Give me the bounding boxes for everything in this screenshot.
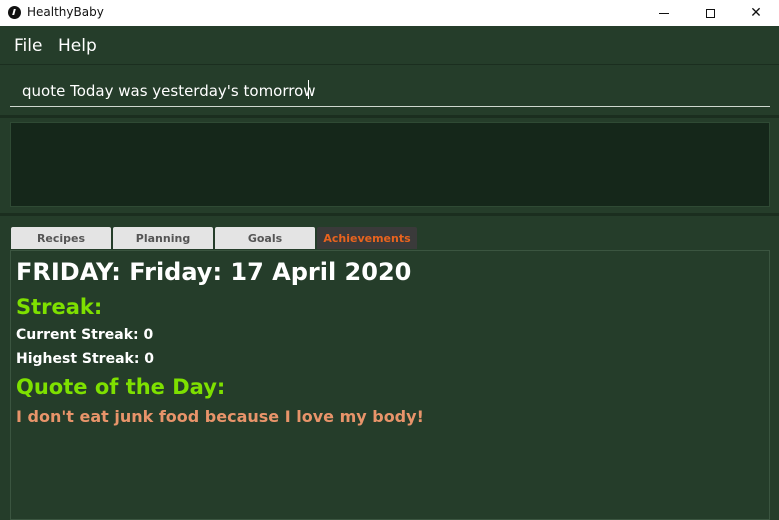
result-display — [10, 122, 770, 207]
highest-streak-label: Highest Streak: 0 — [16, 351, 155, 367]
streak-heading: Streak: — [16, 295, 103, 319]
title-bar: HealthyBaby ✕ — [0, 0, 779, 26]
divider — [0, 115, 779, 118]
text-caret — [308, 80, 309, 99]
close-button[interactable]: ✕ — [733, 0, 779, 26]
menu-help[interactable]: Help — [58, 36, 97, 56]
current-streak-label: Current Streak: 0 — [16, 327, 154, 343]
maximize-icon — [705, 8, 715, 18]
date-heading: FRIDAY: Friday: 17 April 2020 — [16, 258, 412, 286]
app-logo-icon — [8, 6, 21, 19]
command-area — [0, 65, 779, 113]
menu-bar: File Help — [0, 26, 779, 65]
quote-text: I don't eat junk food because I love my … — [16, 407, 424, 426]
close-icon: ✕ — [750, 5, 762, 21]
window-title: HealthyBaby — [27, 5, 104, 19]
quote-heading: Quote of the Day: — [16, 375, 226, 399]
minimize-button[interactable] — [641, 0, 687, 26]
tab-achievements[interactable]: Achievements — [317, 227, 417, 249]
command-input[interactable] — [10, 75, 770, 107]
menu-file[interactable]: File — [14, 36, 42, 56]
maximize-button[interactable] — [687, 0, 733, 26]
tab-planning[interactable]: Planning — [113, 227, 213, 249]
tab-recipes[interactable]: Recipes — [11, 227, 111, 249]
tab-goals[interactable]: Goals — [215, 227, 315, 249]
divider — [0, 213, 779, 216]
minimize-icon — [659, 12, 669, 14]
